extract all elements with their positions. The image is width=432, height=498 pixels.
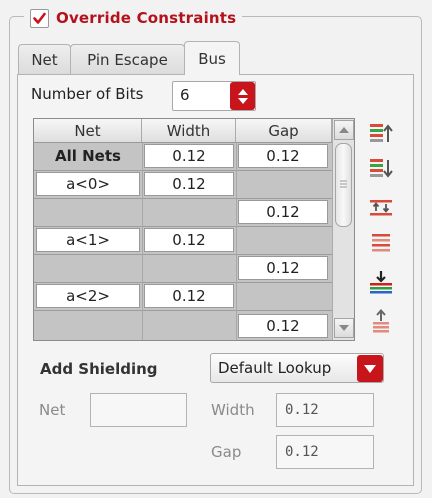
arrow-down-icon bbox=[339, 325, 349, 331]
checkmark-icon bbox=[33, 12, 46, 24]
clear-lines-icon bbox=[372, 234, 390, 252]
shield-gap-label: Gap bbox=[211, 443, 242, 461]
number-of-bits-value[interactable]: 6 bbox=[180, 86, 190, 104]
clear-button[interactable] bbox=[366, 227, 396, 257]
swap-icon bbox=[370, 200, 392, 216]
column-divider bbox=[236, 143, 237, 340]
row-width-input[interactable]: 0.12 bbox=[144, 284, 234, 308]
table-row[interactable]: a<2> 0.12 bbox=[34, 283, 332, 311]
move-down-button[interactable] bbox=[366, 153, 396, 183]
number-of-bits-label: Number of Bits bbox=[31, 85, 144, 103]
override-constraints-header[interactable]: Override Constraints bbox=[24, 7, 243, 29]
row-gap-input[interactable]: 0.12 bbox=[238, 314, 328, 338]
increment-icon[interactable] bbox=[237, 88, 248, 95]
add-shielding-label: Add Shielding bbox=[40, 360, 158, 378]
swap-button[interactable] bbox=[366, 193, 396, 223]
column-header-width[interactable]: Width bbox=[142, 119, 236, 143]
override-constraints-label: Override Constraints bbox=[56, 9, 237, 27]
row-gap-input[interactable]: 0.12 bbox=[238, 144, 328, 168]
bus-bits-table: Net Width Gap All Nets 0.12 0.12 a<0> 0.… bbox=[33, 118, 355, 341]
table-row[interactable]: All Nets 0.12 0.12 bbox=[34, 143, 332, 171]
tab-bus[interactable]: Bus bbox=[184, 41, 240, 75]
column-header-gap[interactable]: Gap bbox=[236, 119, 332, 143]
row-gap-input[interactable]: 0.12 bbox=[238, 256, 328, 280]
shield-net-field[interactable] bbox=[90, 393, 187, 427]
move-up-icon bbox=[370, 124, 393, 142]
shield-width-value[interactable]: 0.12 bbox=[285, 402, 319, 418]
shield-gap-value[interactable]: 0.12 bbox=[285, 444, 319, 460]
shield-net-label: Net bbox=[39, 401, 66, 419]
scroll-down-button[interactable] bbox=[334, 318, 354, 338]
chevron-down-icon bbox=[364, 364, 376, 373]
tab-pin-escape[interactable]: Pin Escape bbox=[70, 44, 185, 74]
column-header-net[interactable]: Net bbox=[34, 119, 142, 143]
shielding-lookup-value[interactable]: Default Lookup bbox=[218, 359, 331, 377]
number-of-bits-stepper[interactable] bbox=[230, 82, 255, 110]
column-divider bbox=[142, 143, 143, 340]
table-row[interactable]: a<0> 0.12 bbox=[34, 171, 332, 199]
scroll-up-button[interactable] bbox=[334, 120, 354, 140]
row-width-input[interactable]: 0.12 bbox=[144, 144, 234, 168]
active-tab-join bbox=[185, 73, 239, 76]
move-up-button[interactable] bbox=[366, 118, 396, 148]
table-row[interactable]: 0.12 bbox=[34, 311, 332, 339]
import-button[interactable] bbox=[366, 267, 396, 297]
tab-net[interactable]: Net bbox=[18, 44, 71, 74]
row-net-name: a<0> bbox=[36, 172, 140, 196]
row-net-name: a<1> bbox=[36, 228, 140, 252]
dropdown-button[interactable] bbox=[357, 355, 383, 382]
move-down-icon bbox=[370, 159, 393, 178]
scroll-thumb[interactable] bbox=[335, 143, 352, 227]
row-net-name: a<2> bbox=[36, 284, 140, 308]
table-row[interactable]: 0.12 bbox=[34, 255, 332, 283]
row-net-name: All Nets bbox=[55, 147, 121, 165]
upload-button[interactable] bbox=[366, 306, 396, 336]
row-gap-input[interactable]: 0.12 bbox=[238, 200, 328, 224]
import-icon bbox=[370, 271, 392, 294]
table-vertical-scrollbar[interactable] bbox=[332, 119, 354, 340]
row-width-input[interactable]: 0.12 bbox=[144, 228, 234, 252]
table-row[interactable]: a<1> 0.12 bbox=[34, 227, 332, 255]
row-width-input[interactable]: 0.12 bbox=[144, 172, 234, 196]
decrement-icon[interactable] bbox=[237, 97, 248, 104]
arrow-up-icon bbox=[339, 127, 349, 133]
grip-icon bbox=[340, 180, 347, 188]
override-constraints-checkbox[interactable] bbox=[30, 8, 49, 28]
table-row[interactable]: 0.12 bbox=[34, 199, 332, 227]
upload-icon bbox=[373, 308, 389, 333]
shield-width-label: Width bbox=[211, 401, 255, 419]
